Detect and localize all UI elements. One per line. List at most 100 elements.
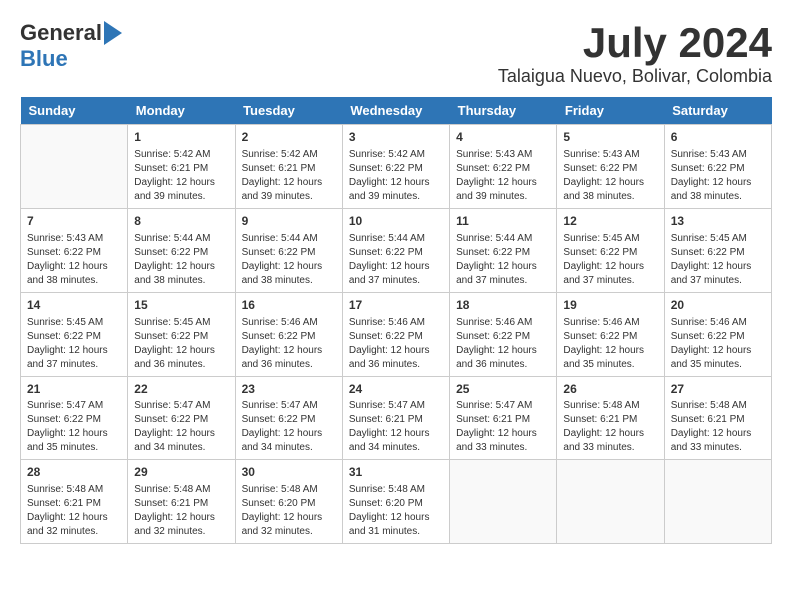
- day-info: and 39 minutes.: [134, 190, 228, 204]
- day-number: 8: [134, 213, 228, 230]
- calendar-cell: 15Sunrise: 5:45 AMSunset: 6:22 PMDayligh…: [128, 292, 235, 376]
- logo: General Blue: [20, 20, 122, 72]
- weekday-header-friday: Friday: [557, 97, 664, 125]
- day-info: Sunset: 6:21 PM: [671, 413, 765, 427]
- day-info: Sunrise: 5:44 AM: [134, 232, 228, 246]
- day-info: Daylight: 12 hours: [134, 427, 228, 441]
- calendar-cell: 12Sunrise: 5:45 AMSunset: 6:22 PMDayligh…: [557, 208, 664, 292]
- day-info: Daylight: 12 hours: [134, 176, 228, 190]
- calendar-cell: 21Sunrise: 5:47 AMSunset: 6:22 PMDayligh…: [21, 376, 128, 460]
- day-info: Daylight: 12 hours: [349, 176, 443, 190]
- day-number: 23: [242, 381, 336, 398]
- day-info: Sunrise: 5:46 AM: [349, 316, 443, 330]
- day-info: Daylight: 12 hours: [671, 260, 765, 274]
- day-info: and 35 minutes.: [671, 358, 765, 372]
- weekday-header-thursday: Thursday: [450, 97, 557, 125]
- day-info: Daylight: 12 hours: [671, 427, 765, 441]
- day-info: Sunset: 6:22 PM: [671, 162, 765, 176]
- calendar-cell: 14Sunrise: 5:45 AMSunset: 6:22 PMDayligh…: [21, 292, 128, 376]
- day-info: Sunset: 6:22 PM: [456, 162, 550, 176]
- day-info: Sunrise: 5:48 AM: [242, 483, 336, 497]
- calendar-cell: [450, 460, 557, 544]
- day-info: Sunrise: 5:43 AM: [563, 148, 657, 162]
- calendar-cell: [664, 460, 771, 544]
- day-info: Sunrise: 5:48 AM: [134, 483, 228, 497]
- calendar-cell: [21, 125, 128, 209]
- page-header: General Blue July 2024 Talaigua Nuevo, B…: [20, 20, 772, 87]
- day-info: Sunrise: 5:43 AM: [27, 232, 121, 246]
- calendar-cell: 22Sunrise: 5:47 AMSunset: 6:22 PMDayligh…: [128, 376, 235, 460]
- day-info: Sunset: 6:21 PM: [349, 413, 443, 427]
- day-info: Sunrise: 5:47 AM: [134, 399, 228, 413]
- day-info: Sunset: 6:21 PM: [563, 413, 657, 427]
- calendar-cell: 18Sunrise: 5:46 AMSunset: 6:22 PMDayligh…: [450, 292, 557, 376]
- day-number: 20: [671, 297, 765, 314]
- calendar-cell: 24Sunrise: 5:47 AMSunset: 6:21 PMDayligh…: [342, 376, 449, 460]
- calendar-cell: 28Sunrise: 5:48 AMSunset: 6:21 PMDayligh…: [21, 460, 128, 544]
- calendar-cell: 19Sunrise: 5:46 AMSunset: 6:22 PMDayligh…: [557, 292, 664, 376]
- day-info: Sunrise: 5:46 AM: [242, 316, 336, 330]
- day-info: Sunset: 6:22 PM: [242, 330, 336, 344]
- calendar-cell: 30Sunrise: 5:48 AMSunset: 6:20 PMDayligh…: [235, 460, 342, 544]
- calendar-cell: 29Sunrise: 5:48 AMSunset: 6:21 PMDayligh…: [128, 460, 235, 544]
- day-info: Sunrise: 5:47 AM: [349, 399, 443, 413]
- day-info: Sunrise: 5:42 AM: [242, 148, 336, 162]
- day-info: Sunrise: 5:46 AM: [563, 316, 657, 330]
- day-info: Daylight: 12 hours: [134, 511, 228, 525]
- calendar-cell: 3Sunrise: 5:42 AMSunset: 6:22 PMDaylight…: [342, 125, 449, 209]
- day-info: Sunset: 6:21 PM: [242, 162, 336, 176]
- day-info: Sunset: 6:22 PM: [671, 330, 765, 344]
- calendar-week-2: 7Sunrise: 5:43 AMSunset: 6:22 PMDaylight…: [21, 208, 772, 292]
- day-info: Sunrise: 5:43 AM: [671, 148, 765, 162]
- day-info: and 31 minutes.: [349, 525, 443, 539]
- weekday-header-monday: Monday: [128, 97, 235, 125]
- day-number: 30: [242, 464, 336, 481]
- day-info: Sunset: 6:22 PM: [27, 413, 121, 427]
- day-number: 11: [456, 213, 550, 230]
- day-info: Sunset: 6:22 PM: [134, 413, 228, 427]
- day-info: Daylight: 12 hours: [242, 176, 336, 190]
- day-number: 26: [563, 381, 657, 398]
- day-info: Daylight: 12 hours: [563, 427, 657, 441]
- day-info: Sunset: 6:22 PM: [242, 246, 336, 260]
- day-info: Daylight: 12 hours: [456, 260, 550, 274]
- calendar-cell: 1Sunrise: 5:42 AMSunset: 6:21 PMDaylight…: [128, 125, 235, 209]
- day-info: Daylight: 12 hours: [27, 511, 121, 525]
- day-info: Daylight: 12 hours: [563, 344, 657, 358]
- calendar-cell: 17Sunrise: 5:46 AMSunset: 6:22 PMDayligh…: [342, 292, 449, 376]
- calendar-table: SundayMondayTuesdayWednesdayThursdayFrid…: [20, 97, 772, 544]
- calendar-cell: 2 Sunrise: 5:42 AMSunset: 6:21 PMDaylight…: [235, 125, 342, 209]
- logo-arrow-icon: [104, 21, 122, 45]
- calendar-week-1: 1Sunrise: 5:42 AMSunset: 6:21 PMDaylight…: [21, 125, 772, 209]
- day-number: 2: [242, 129, 336, 146]
- day-info: Sunset: 6:20 PM: [349, 497, 443, 511]
- month-title: July 2024: [498, 20, 772, 66]
- day-info: and 37 minutes.: [456, 274, 550, 288]
- day-info: Daylight: 12 hours: [27, 427, 121, 441]
- day-number: 22: [134, 381, 228, 398]
- day-info: Daylight: 12 hours: [456, 344, 550, 358]
- day-info: and 39 minutes.: [349, 190, 443, 204]
- calendar-cell: 4Sunrise: 5:43 AMSunset: 6:22 PMDaylight…: [450, 125, 557, 209]
- calendar-cell: 20Sunrise: 5:46 AMSunset: 6:22 PMDayligh…: [664, 292, 771, 376]
- day-info: and 33 minutes.: [671, 441, 765, 455]
- calendar-cell: 23Sunrise: 5:47 AMSunset: 6:22 PMDayligh…: [235, 376, 342, 460]
- day-info: Sunrise: 5:43 AM: [456, 148, 550, 162]
- day-info: and 34 minutes.: [242, 441, 336, 455]
- day-info: Daylight: 12 hours: [349, 260, 443, 274]
- day-number: 24: [349, 381, 443, 398]
- day-info: Sunrise: 5:46 AM: [456, 316, 550, 330]
- day-info: and 32 minutes.: [134, 525, 228, 539]
- day-info: Daylight: 12 hours: [242, 344, 336, 358]
- calendar-cell: 9Sunrise: 5:44 AMSunset: 6:22 PMDaylight…: [235, 208, 342, 292]
- day-info: Sunrise: 5:45 AM: [563, 232, 657, 246]
- day-info: Daylight: 12 hours: [671, 176, 765, 190]
- day-info: Sunset: 6:22 PM: [456, 330, 550, 344]
- day-info: Sunset: 6:22 PM: [563, 162, 657, 176]
- day-info: Sunset: 6:21 PM: [27, 497, 121, 511]
- logo-general-text: General: [20, 20, 102, 46]
- day-number: 27: [671, 381, 765, 398]
- day-info: and 38 minutes.: [242, 274, 336, 288]
- day-info: Daylight: 12 hours: [27, 344, 121, 358]
- day-number: 29: [134, 464, 228, 481]
